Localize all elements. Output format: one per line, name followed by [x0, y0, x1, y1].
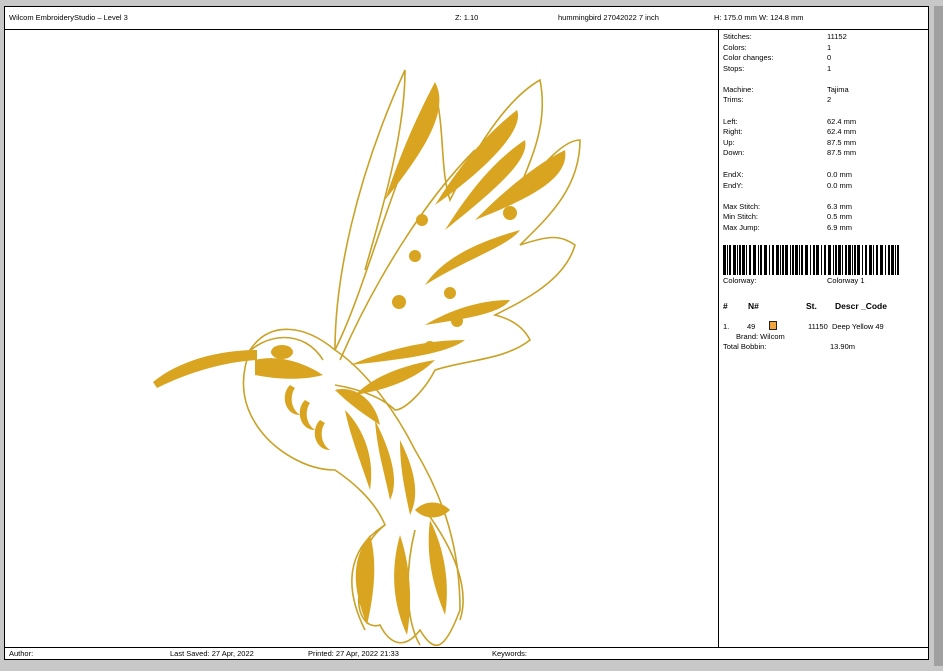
total-bobbin-label: Total Bobbin: [723, 342, 767, 351]
printed-field: Printed: 27 Apr, 2022 21:33 [308, 649, 399, 658]
stat-value: 0 [827, 53, 832, 62]
stat-label: Down: [723, 148, 745, 157]
col-header-n: N# [748, 301, 759, 311]
stat-row: Right: 62.4 mm [723, 127, 923, 137]
stat-label: Stops: [723, 64, 745, 73]
stat-row: Left: 62.4 mm [723, 117, 923, 127]
stat-value: 0.0 mm [827, 181, 853, 190]
zoom-level: Z: 1.10 [455, 13, 479, 22]
stat-label: Trims: [723, 95, 744, 104]
stat-label: Up: [723, 138, 735, 147]
color-row-n: 49 [747, 322, 756, 331]
stat-row: Color changes: 0 [723, 53, 923, 63]
stat-label: Colors: [723, 43, 747, 52]
stat-value: 1 [827, 64, 832, 73]
keywords-field: Keywords: [492, 649, 528, 658]
stat-value: 0.0 mm [827, 170, 853, 179]
stat-row: Min Stitch: 0.5 mm [723, 212, 923, 222]
stat-row: Max Jump: 6.9 mm [723, 223, 923, 233]
stat-label: Max Jump: [723, 223, 760, 232]
design-preview [5, 30, 719, 647]
color-row-descr: Deep Yellow 49 [832, 322, 884, 331]
col-header-st: St. [806, 301, 817, 311]
stat-label: Stitches: [723, 32, 752, 41]
author-field: Author: [9, 649, 34, 658]
color-row-num: 1. [723, 322, 730, 331]
stat-value: 87.5 mm [827, 148, 857, 157]
app-title: Wilcom EmbroideryStudio – Level 3 [9, 13, 128, 22]
stitch-info-panel: Colorway: Colorway 1 # N# St. Descr _Cod… [720, 30, 928, 647]
print-preview-sheet: Wilcom EmbroideryStudio – Level 3 Z: 1.1… [4, 6, 929, 660]
window-edge [934, 6, 943, 666]
stat-value: Tajima [827, 85, 849, 94]
stat-row: Up: 87.5 mm [723, 138, 923, 148]
stat-label: Left: [723, 117, 738, 126]
thread-color-swatch [769, 321, 777, 330]
colorway-value: Colorway 1 [827, 276, 865, 285]
stat-value: 62.4 mm [827, 127, 857, 136]
footer-bar: Author: Last Saved: 27 Apr, 2022 Printed… [5, 647, 928, 660]
stat-row: Down: 87.5 mm [723, 148, 923, 158]
stat-value: 0.5 mm [827, 212, 853, 221]
stat-value: 1 [827, 43, 832, 52]
stat-value: 2 [827, 95, 832, 104]
color-row-st: 11150 [808, 322, 828, 331]
stat-row: Stops: 1 [723, 64, 923, 74]
stat-label: Color changes: [723, 53, 774, 62]
stat-label: EndY: [723, 181, 744, 190]
stat-value: 11152 [827, 32, 847, 41]
stat-row: EndY: 0.0 mm [723, 181, 923, 191]
colorway-row: Colorway: Colorway 1 [723, 276, 923, 286]
stat-label: Right: [723, 127, 743, 136]
stat-value: 6.3 mm [827, 202, 853, 211]
stat-label: Min Stitch: [723, 212, 759, 221]
stat-row: EndX: 0.0 mm [723, 170, 923, 180]
header-bar: Wilcom EmbroideryStudio – Level 3 Z: 1.1… [5, 7, 928, 30]
total-bobbin-value: 13.90m [830, 342, 856, 351]
stat-label: Machine: [723, 85, 754, 94]
col-header-descr: Descr _Code [835, 301, 887, 311]
design-name: hummingbird 27042022 7 inch [558, 13, 659, 22]
col-header-num: # [723, 301, 728, 311]
hummingbird-embroidery-image [153, 69, 581, 647]
stat-row: Trims: 2 [723, 95, 923, 105]
stat-row: Stitches: 11152 [723, 32, 923, 42]
barcode-image [723, 245, 899, 275]
color-row-brand: Brand: Wilcom [736, 332, 785, 341]
stat-row: Colors: 1 [723, 43, 923, 53]
last-saved-field: Last Saved: 27 Apr, 2022 [170, 649, 254, 658]
stat-row: Max Stitch: 6.3 mm [723, 202, 923, 212]
stat-value: 6.9 mm [827, 223, 853, 232]
stat-row: Machine: Tajima [723, 85, 923, 95]
colorway-label: Colorway: [723, 276, 757, 285]
stat-value: 62.4 mm [827, 117, 857, 126]
stat-label: EndX: [723, 170, 744, 179]
design-size: H: 175.0 mm W: 124.8 mm [714, 13, 804, 22]
stat-value: 87.5 mm [827, 138, 857, 147]
stat-label: Max Stitch: [723, 202, 761, 211]
